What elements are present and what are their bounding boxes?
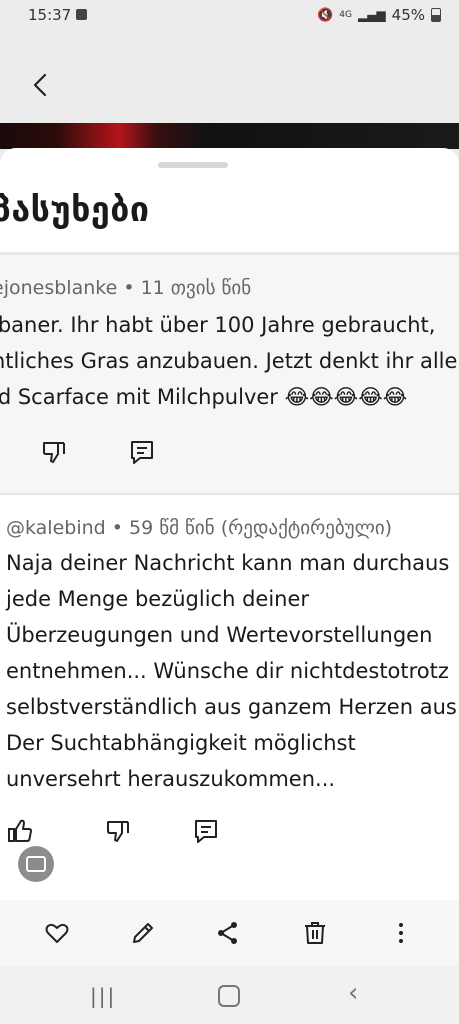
comment-author[interactable]: @kalebind [6, 517, 106, 539]
battery-text: 45% [391, 6, 425, 24]
dislike-button[interactable] [104, 817, 132, 845]
heart-icon [45, 923, 69, 943]
action-bar [0, 900, 459, 966]
pencil-icon [133, 923, 153, 943]
comment-line: entnehmen... Wünsche dir nichtdestotrotz [6, 659, 449, 683]
comment-line: Der Suchtabhängigkeit möglichst [6, 731, 356, 755]
comment-meta: ejonesblanke • 11 თვის წინ [0, 277, 251, 299]
delete-button[interactable] [301, 919, 329, 947]
status-bar: 15:37 🔇 4G ▂▄▆ 45% [0, 0, 459, 32]
network-label: 4G [339, 10, 352, 20]
edit-button[interactable] [129, 919, 157, 947]
notification-icon [76, 9, 87, 20]
comment-line: lbaner. Ihr habt über 100 Jahre gebrauch… [0, 313, 436, 337]
recents-button[interactable]: ||| [90, 984, 116, 1008]
screen-capture-button[interactable] [18, 846, 54, 882]
comment-line: unversehrt herauszukommen... [6, 767, 336, 791]
comment-line: ntliches Gras anzubauen. Jetzt denkt ihr… [0, 349, 458, 373]
signal-icon: ▂▄▆ [357, 8, 386, 22]
share-button[interactable] [214, 919, 242, 947]
camera-icon [26, 856, 46, 872]
comment-author[interactable]: ejonesblanke [0, 277, 117, 299]
share-icon [218, 922, 237, 944]
comment-age: 59 წმ წინ [129, 517, 215, 539]
edited-label: (რედაქტირებული) [220, 517, 393, 539]
comment-line: id Scarface mit Milchpulver 😂😂😂😂😂 [0, 385, 408, 409]
reply-button[interactable] [128, 438, 156, 466]
system-back-button[interactable]: ‹ [348, 978, 358, 1008]
comment-icon [131, 441, 153, 464]
status-time: 15:37 [28, 6, 72, 24]
comment-age: 11 თვის წინ [140, 277, 252, 299]
thumbs-down-icon [43, 442, 65, 463]
comment-line: jede Menge bezüglich deiner [6, 587, 310, 611]
replies-sheet: პასუხები ejonesblanke • 11 თვის წინ lban… [0, 148, 459, 900]
dislike-button[interactable] [40, 438, 68, 466]
thumbs-down-icon [107, 821, 129, 842]
more-vertical-icon [399, 923, 403, 943]
comment-text: Naja deiner Nachricht kann man durchaus … [6, 545, 459, 797]
chevron-left-icon [33, 73, 47, 97]
comment-1: ejonesblanke • 11 თვის წინ lbaner. Ihr h… [0, 255, 459, 493]
more-button[interactable] [387, 919, 415, 947]
back-button[interactable] [26, 70, 56, 100]
comment-2: @kalebind • 59 წმ წინ (რედაქტირებული) Na… [0, 495, 459, 900]
comment-icon [195, 820, 217, 843]
comment-line: selbstverständlich aus ganzem Herzen aus [6, 695, 457, 719]
thumbs-up-icon [8, 819, 32, 842]
trash-icon [305, 922, 325, 944]
comment-meta: @kalebind • 59 წმ წინ (რედაქტირებული) [6, 517, 393, 539]
mute-icon: 🔇 [317, 7, 334, 23]
video-preview[interactable] [0, 123, 459, 149]
like-button[interactable] [6, 817, 34, 845]
sheet-title: პასუხები [0, 190, 150, 230]
home-button[interactable] [218, 985, 240, 1007]
status-right: 🔇 4G ▂▄▆ 45% [317, 6, 441, 24]
comment-text: lbaner. Ihr habt über 100 Jahre gebrauch… [0, 307, 459, 415]
system-nav-bar: ||| ‹ [0, 966, 459, 1024]
battery-icon [431, 8, 441, 22]
reply-button[interactable] [192, 817, 220, 845]
comment-line: Überzeugungen und Wertevorstellungen [6, 623, 433, 647]
drag-handle[interactable] [158, 162, 228, 168]
comment-line: Naja deiner Nachricht kann man durchaus [6, 551, 450, 575]
favorite-button[interactable] [43, 919, 71, 947]
